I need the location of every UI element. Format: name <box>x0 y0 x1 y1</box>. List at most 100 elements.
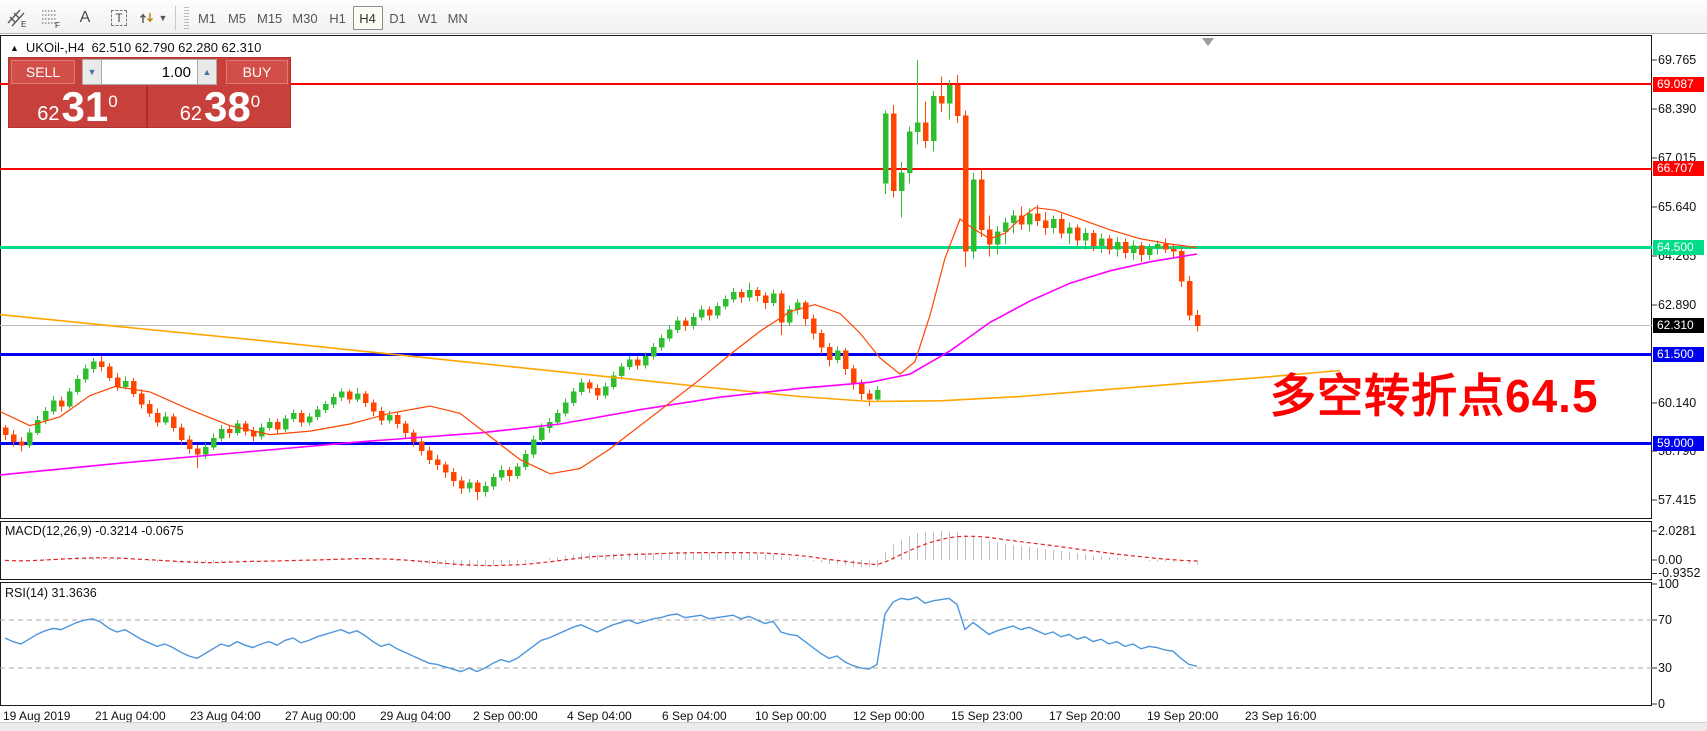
candle-body <box>635 360 640 365</box>
rsi-axis-label: 30 <box>1658 661 1672 675</box>
candle-body <box>419 442 424 451</box>
date-axis-label: 23 Sep 16:00 <box>1245 709 1316 723</box>
candle-body <box>219 429 224 438</box>
volume-down-button[interactable]: ▼ <box>82 59 102 85</box>
candle-body <box>491 477 496 486</box>
symbol-header[interactable]: ▲ UKOil-,H4 62.510 62.790 62.280 62.310 <box>10 40 261 55</box>
sell-price[interactable]: 62 31 0 <box>9 86 148 128</box>
candle-body <box>747 290 752 297</box>
volume-stepper: ▼ ▲ <box>82 59 217 85</box>
collapse-panel-icon[interactable]: ▲ <box>10 43 19 53</box>
bottom-strip <box>0 722 1707 731</box>
candle-body <box>1171 249 1176 251</box>
candle-body <box>115 378 120 387</box>
candle-body <box>19 442 24 446</box>
candle-body <box>1107 239 1112 250</box>
candle-body <box>395 415 400 424</box>
sell-price-small: 62 <box>37 104 59 124</box>
candle-body <box>155 413 160 422</box>
candle-body <box>171 417 176 428</box>
price-axis-label: 69.765 <box>1658 53 1696 67</box>
candle-body <box>811 319 816 333</box>
candle-body <box>27 433 32 445</box>
one-click-trade-panel: SELL ▼ ▲ BUY 62 31 0 62 38 0 <box>8 57 291 128</box>
candle-body <box>659 338 664 347</box>
candle-body <box>651 347 656 356</box>
macd-signal-line <box>5 536 1197 565</box>
candle-body <box>931 96 936 141</box>
volume-input[interactable] <box>102 59 197 85</box>
candle-body <box>203 447 208 454</box>
candle-body <box>35 420 40 432</box>
candle-body <box>907 132 912 173</box>
candle-body <box>1099 239 1104 246</box>
candle-body <box>739 292 744 297</box>
candle-body <box>1027 214 1032 225</box>
candle-body <box>267 422 272 427</box>
candle-body <box>1195 315 1200 325</box>
candle-body <box>91 362 96 369</box>
candle-body <box>883 114 888 183</box>
buy-price-sup: 0 <box>251 93 260 110</box>
candle-body <box>11 435 16 442</box>
symbol-name: UKOil-,H4 <box>26 40 85 55</box>
candle-body <box>515 467 520 476</box>
candle-body <box>275 422 280 429</box>
candle-body <box>587 383 592 388</box>
candle-body <box>619 367 624 376</box>
candle-body <box>347 392 352 399</box>
trade-panel-top-row: SELL ▼ ▲ BUY <box>9 58 290 86</box>
candle-body <box>467 483 472 488</box>
candle-body <box>715 306 720 315</box>
buy-price-big: 38 <box>204 90 251 124</box>
price-axis-label: 62.890 <box>1658 298 1696 312</box>
volume-up-button[interactable]: ▲ <box>197 59 217 85</box>
candle-body <box>483 486 488 491</box>
candle-body <box>227 429 232 433</box>
candle-body <box>939 96 944 103</box>
candle-body <box>691 317 696 326</box>
candle-body <box>67 392 72 406</box>
price-badge-61.500: 61.500 <box>1653 347 1704 362</box>
date-axis-label: 2 Sep 00:00 <box>473 709 538 723</box>
candle-body <box>923 123 928 141</box>
candle-body <box>1075 228 1080 240</box>
candle-body <box>891 114 896 191</box>
sell-button[interactable]: SELL <box>11 60 75 84</box>
price-badge-62.310: 62.310 <box>1653 318 1704 333</box>
candle-body <box>1123 242 1128 253</box>
candle-body <box>1115 242 1120 249</box>
candle-body <box>1139 246 1144 255</box>
rsi-line <box>5 597 1197 671</box>
candle-body <box>683 321 688 326</box>
date-axis-label: 15 Sep 23:00 <box>951 709 1022 723</box>
buy-price[interactable]: 62 38 0 <box>150 86 290 128</box>
candle-body <box>979 180 984 230</box>
buy-price-small: 62 <box>180 104 202 124</box>
candle-body <box>3 428 8 435</box>
candle-body <box>707 310 712 315</box>
candle-body <box>675 321 680 330</box>
candle-body <box>307 417 312 422</box>
candle-body <box>563 403 568 414</box>
buy-button[interactable]: BUY <box>226 60 288 84</box>
date-axis-label: 19 Aug 2019 <box>3 709 70 723</box>
candle-body <box>667 330 672 339</box>
rsi-label: RSI(14) 31.3636 <box>5 586 97 600</box>
candle-body <box>827 347 832 359</box>
candle-body <box>731 292 736 299</box>
price-badge-66.707: 66.707 <box>1653 161 1704 176</box>
candle-body <box>179 428 184 440</box>
candle-body <box>579 383 584 392</box>
ma-mid-line <box>0 254 1197 475</box>
candle-body <box>283 419 288 430</box>
candle-body <box>1163 244 1168 249</box>
symbol-ohlc: 62.510 62.790 62.280 62.310 <box>91 40 261 55</box>
candle-body <box>523 454 528 466</box>
date-axis-label: 23 Aug 04:00 <box>190 709 261 723</box>
candle-body <box>531 440 536 454</box>
candle-body <box>867 394 872 399</box>
candle-body <box>1011 216 1016 223</box>
price-axis-label: 68.390 <box>1658 102 1696 116</box>
candle-body <box>163 417 168 422</box>
